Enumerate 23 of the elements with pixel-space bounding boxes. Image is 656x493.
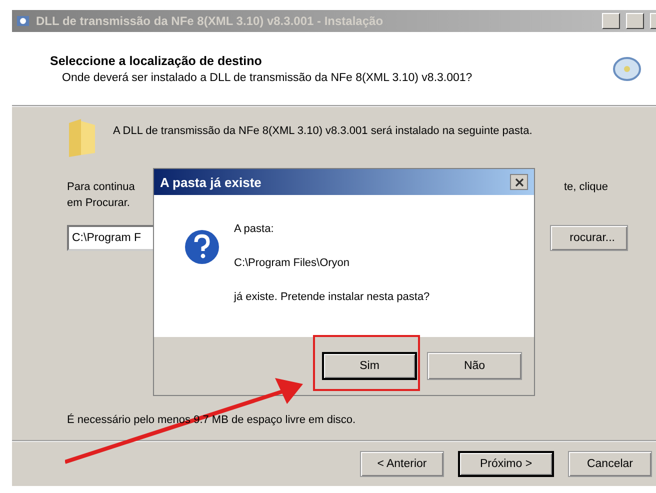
browse-button[interactable]: rocurar... bbox=[550, 225, 628, 251]
page-subtitle: Onde deverá ser instalado a DLL de transmissão da NFe 8(XML 3.10) v8.3.001? bbox=[61, 72, 474, 84]
wizard-button[interactable]: Cancelar bbox=[568, 451, 652, 477]
wizard-button[interactable]: < Anterior bbox=[360, 451, 444, 477]
maximize-button[interactable] bbox=[626, 13, 644, 29]
wizard-button[interactable]: Próximo > bbox=[458, 451, 554, 477]
dialog-message: A pasta: bbox=[234, 222, 275, 237]
question-icon bbox=[184, 229, 220, 265]
close-button[interactable] bbox=[510, 174, 528, 190]
install-location-text: A DLL de transmissão da NFe 8(XML 3.10) v8.3.001 será instalado na seguinte pasta. bbox=[113, 124, 533, 139]
installer-icon bbox=[16, 14, 30, 28]
dialog-message: C:\Program Files\Oryon bbox=[234, 256, 351, 271]
instruction-text: Para continua bbox=[67, 180, 135, 195]
instruction-text: te, clique bbox=[564, 180, 608, 195]
minimize-button[interactable] bbox=[602, 13, 620, 29]
dialog-button[interactable]: Sim bbox=[322, 352, 417, 380]
page-title: Seleccione a localização de destino bbox=[50, 54, 263, 68]
dialog-message: já existe. Pretende instalar nesta pasta? bbox=[234, 290, 430, 305]
dialog-button[interactable]: Não bbox=[427, 352, 522, 380]
close-icon bbox=[514, 178, 524, 186]
instruction-text: em Procurar. bbox=[67, 196, 131, 211]
folder-icon bbox=[67, 117, 97, 159]
dialog-title: A pasta já existe bbox=[160, 174, 262, 190]
